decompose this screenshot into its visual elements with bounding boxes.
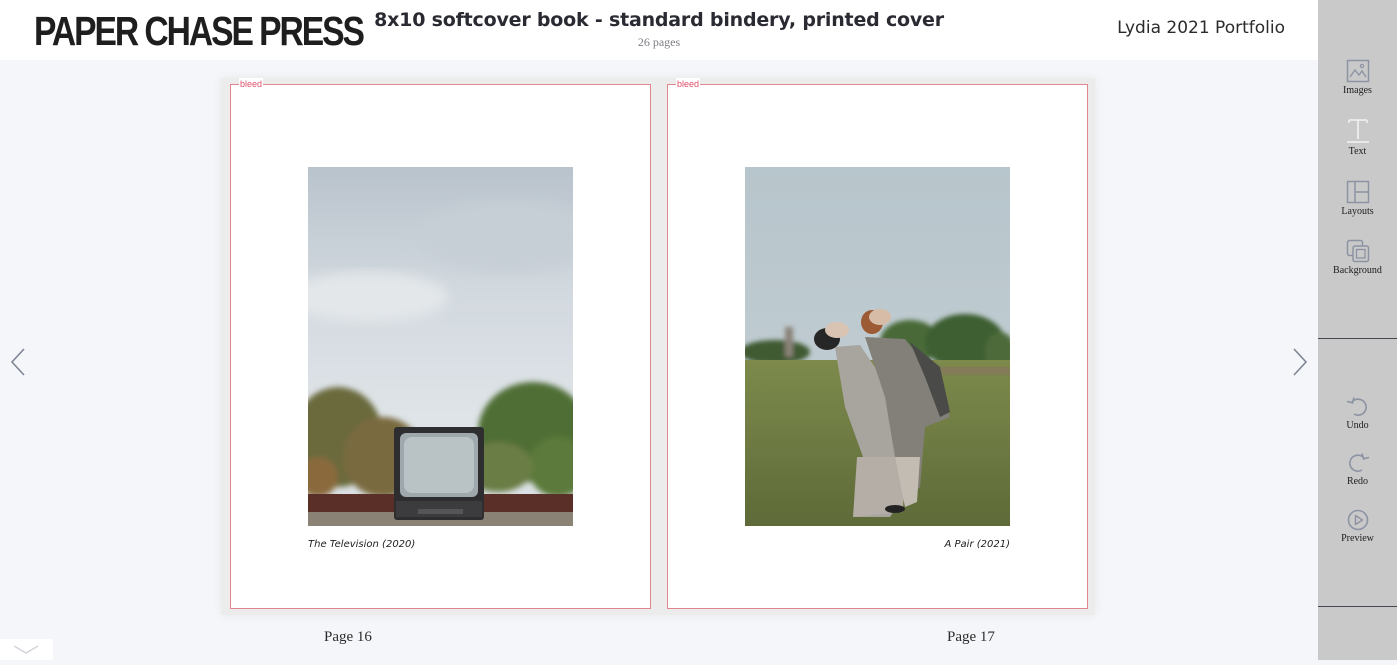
images-tool-button[interactable]: Images bbox=[1318, 59, 1397, 96]
header: PAPER CHASE PRESS 8x10 softcover book - … bbox=[0, 0, 1318, 60]
background-tool-button[interactable]: Background bbox=[1318, 239, 1397, 276]
undo-label: Undo bbox=[1346, 420, 1369, 431]
preview-label: Preview bbox=[1341, 533, 1374, 544]
layout-icon bbox=[1346, 180, 1369, 204]
sidebar-divider bbox=[1318, 338, 1397, 339]
background-icon bbox=[1346, 239, 1369, 263]
undo-button[interactable]: Undo bbox=[1318, 396, 1397, 431]
text-icon bbox=[1346, 119, 1369, 143]
page-label-left: Page 16 bbox=[324, 629, 372, 645]
layouts-tool-button[interactable]: Layouts bbox=[1318, 180, 1397, 217]
page-right[interactable]: bleed A Pair (2021) bbox=[667, 78, 1088, 609]
redo-icon bbox=[1348, 453, 1369, 472]
image-icon bbox=[1346, 59, 1369, 83]
chevron-right-icon bbox=[1293, 348, 1308, 376]
photo-television[interactable] bbox=[308, 167, 573, 526]
preview-button[interactable]: Preview bbox=[1318, 509, 1397, 544]
sidebar-divider bbox=[1318, 606, 1397, 607]
book-spread: bleed The Television (2020) bleed A Pair… bbox=[221, 78, 1095, 615]
caption-right[interactable]: A Pair (2021) bbox=[945, 539, 1011, 550]
redo-button[interactable]: Redo bbox=[1318, 452, 1397, 487]
next-spread-button[interactable] bbox=[1284, 342, 1314, 382]
page-left[interactable]: bleed The Television (2020) bbox=[230, 78, 651, 609]
previous-spread-button[interactable] bbox=[4, 342, 34, 382]
chevron-left-icon bbox=[10, 348, 25, 376]
redo-label: Redo bbox=[1346, 476, 1369, 487]
page-label-right: Page 17 bbox=[947, 629, 995, 645]
text-tool-label: Text bbox=[1348, 146, 1367, 157]
layouts-tool-label: Layouts bbox=[1341, 206, 1374, 217]
images-tool-label: Images bbox=[1343, 85, 1372, 96]
project-name: Lydia 2021 Portfolio bbox=[1117, 18, 1285, 38]
text-tool-button[interactable]: Text bbox=[1318, 118, 1397, 157]
bleed-label: bleed bbox=[239, 78, 264, 90]
background-tool-label: Background bbox=[1333, 265, 1382, 276]
photo-pair[interactable] bbox=[745, 167, 1010, 526]
pair-photo-image bbox=[745, 167, 1010, 526]
bleed-label: bleed bbox=[676, 78, 701, 90]
caption-left[interactable]: The Television (2020) bbox=[308, 539, 415, 550]
undo-icon bbox=[1346, 397, 1367, 416]
expand-page-strip-button[interactable] bbox=[0, 639, 53, 660]
play-icon bbox=[1347, 509, 1368, 531]
television-photo-image bbox=[308, 167, 573, 526]
tool-sidebar: Images Text Layouts Background Undo Redo… bbox=[1318, 0, 1397, 660]
chevron-down-icon bbox=[13, 645, 39, 654]
